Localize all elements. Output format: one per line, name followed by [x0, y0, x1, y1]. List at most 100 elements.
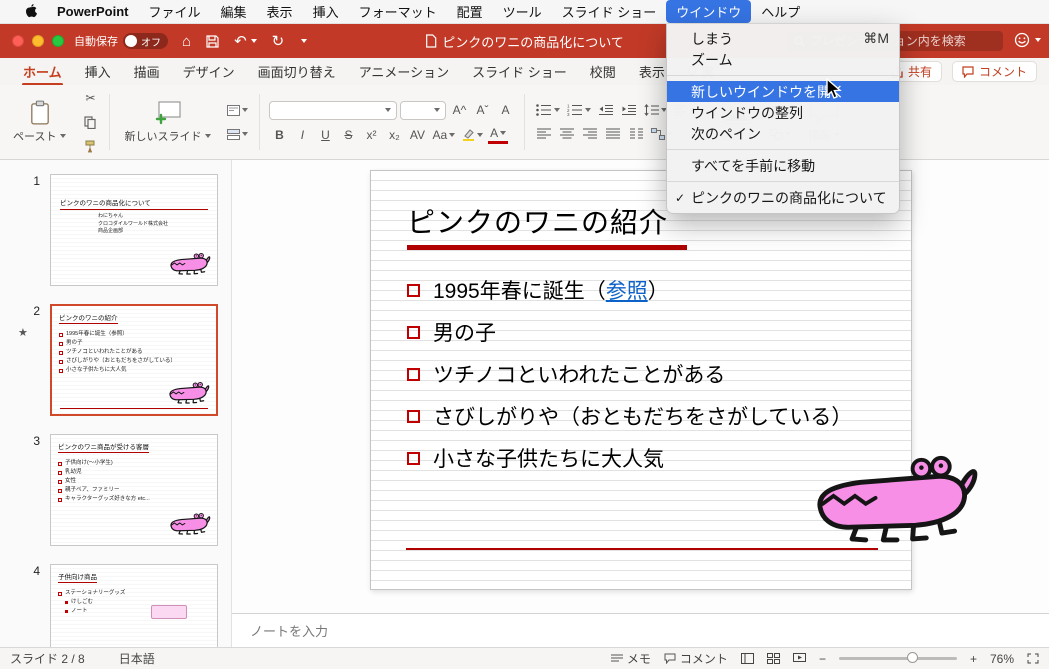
bullet-line[interactable]: 小さな子供たちに大人気 [407, 443, 852, 473]
fit-slide-button[interactable] [1027, 653, 1039, 664]
slide-thumbnail-2-selected[interactable]: ピンクのワニの紹介 1995年春に誕生（参照） 男の子 ツチノコといわれたことが… [50, 304, 218, 416]
menu-item-zoom[interactable]: ズーム [667, 49, 899, 70]
zoom-in-button[interactable]: + [970, 652, 977, 666]
comments-button[interactable]: コメント [951, 61, 1037, 82]
align-center-button[interactable] [557, 125, 577, 143]
menubar-item-powerpoint[interactable]: PowerPoint [47, 2, 139, 21]
menu-item-bring-all-to-front[interactable]: すべてを手前に移動 [667, 155, 899, 176]
pink-crocodile-drawing[interactable] [812, 452, 980, 550]
tab-home[interactable]: ホーム [12, 58, 73, 86]
close-window-button[interactable] [12, 35, 24, 47]
autosave-toggle[interactable]: オフ [123, 33, 168, 49]
hyperlink-sansho[interactable]: 参照 [606, 280, 648, 303]
font-name-combobox[interactable] [269, 100, 398, 120]
character-spacing-button[interactable]: AV [407, 126, 427, 144]
copy-icon [84, 115, 97, 129]
tab-design[interactable]: デザイン [172, 58, 246, 85]
tab-review[interactable]: 校閲 [579, 58, 627, 85]
menubar-item-window[interactable]: ウインドウ [666, 0, 752, 23]
apple-menu[interactable] [14, 4, 47, 19]
menubar-item-slideshow[interactable]: スライド ショー [552, 0, 667, 23]
bullets-button[interactable] [534, 101, 562, 119]
clear-formatting-button[interactable]: A [495, 101, 515, 119]
new-slide-button[interactable]: 新しいスライド [119, 99, 216, 146]
notes-placeholder: ノートを入力 [250, 624, 329, 639]
font-size-combobox[interactable] [400, 100, 447, 120]
menubar-item-file[interactable]: ファイル [139, 0, 211, 23]
redo-button[interactable]: ↻ [272, 32, 285, 50]
home-button[interactable]: ⌂ [182, 33, 191, 50]
toolbar-options-button[interactable] [299, 39, 308, 43]
notes-pane[interactable]: ノートを入力 [232, 613, 1049, 647]
undo-button[interactable]: ↶ [234, 32, 257, 50]
decrease-indent-button[interactable] [596, 101, 616, 119]
paste-button[interactable]: ペースト [8, 98, 71, 146]
columns-button[interactable] [626, 125, 646, 143]
window-menu: しまう ⌘M ズーム 新しいウインドウを開く ウインドウの整列 次のペイン すべて… [666, 24, 900, 214]
bullet-line[interactable]: 1995年春に誕生（参照） [407, 275, 852, 305]
menubar-item-format[interactable]: フォーマット [349, 0, 447, 23]
minimize-window-button[interactable] [32, 35, 44, 47]
slide-thumbnail-4[interactable]: 子供向け商品 ステーショナリーグッズ けしごむ ノート [50, 564, 218, 647]
tab-transitions[interactable]: 画面切り替え [247, 58, 347, 85]
tab-slideshow[interactable]: スライド ショー [461, 58, 578, 85]
menu-item-active-document[interactable]: ✓ ピンクのワニの商品化について [667, 187, 899, 208]
numbering-button[interactable]: 123 [565, 101, 593, 119]
grow-font-button[interactable]: A^ [449, 101, 469, 119]
highlight-button[interactable] [460, 126, 485, 144]
change-case-button[interactable]: Aa [430, 126, 457, 144]
bullet-line[interactable]: 男の子 [407, 317, 852, 347]
menu-item-new-window[interactable]: 新しいウインドウを開く [667, 81, 899, 102]
slide-thumbnail-3[interactable]: ピンクのワニ商品が受ける客層 子供向け(〜小学生) 乳幼児 女性 親子ペア、ファ… [50, 434, 218, 546]
slide-title-textbox[interactable]: ピンクのワニの紹介 [407, 201, 668, 241]
menubar-item-tools[interactable]: ツール [493, 0, 552, 23]
bullet-line[interactable]: さびしがりや（おともだちをさがしている） [407, 401, 852, 431]
feedback-button[interactable] [1014, 32, 1041, 48]
menubar-item-view[interactable]: 表示 [257, 0, 303, 23]
increase-indent-button[interactable] [619, 101, 639, 119]
menubar-item-arrange[interactable]: 配置 [447, 0, 493, 23]
zoom-level[interactable]: 76% [990, 652, 1014, 666]
slide-sorter-view-button[interactable] [766, 653, 780, 664]
menu-item-minimize[interactable]: しまう ⌘M [667, 28, 899, 49]
tab-animations[interactable]: アニメーション [348, 58, 460, 85]
justify-button[interactable] [603, 125, 623, 143]
language-indicator[interactable]: 日本語 [119, 650, 155, 667]
tab-insert[interactable]: 挿入 [74, 58, 122, 85]
underline-button[interactable]: U [315, 126, 335, 144]
copy-button[interactable] [80, 113, 100, 131]
bullet-line[interactable]: ツチノコといわれたことがある [407, 359, 852, 389]
align-right-button[interactable] [580, 125, 600, 143]
format-painter-button[interactable] [80, 137, 100, 155]
layout-button[interactable] [225, 101, 250, 119]
slide-body-textbox[interactable]: 1995年春に誕生（参照） 男の子 ツチノコといわれたことがある さびしがりや（… [407, 275, 852, 473]
menubar-item-help[interactable]: ヘルプ [751, 0, 810, 23]
comments-toggle-button[interactable]: コメント [664, 650, 728, 667]
cut-button[interactable]: ✂ [80, 89, 100, 107]
notes-toggle-button[interactable]: メモ [610, 650, 651, 667]
italic-button[interactable]: I [292, 126, 312, 144]
strikethrough-button[interactable]: S [338, 126, 358, 144]
font-color-button[interactable]: A [488, 126, 509, 144]
save-button[interactable] [206, 34, 219, 48]
align-left-button[interactable] [534, 125, 554, 143]
tab-draw[interactable]: 描画 [123, 58, 171, 85]
bold-button[interactable]: B [269, 126, 289, 144]
zoom-window-button[interactable] [52, 35, 64, 47]
menu-item-next-pane[interactable]: 次のペイン [667, 123, 899, 144]
normal-view-button[interactable] [740, 653, 754, 664]
autosave-control: 自動保存 オフ [74, 33, 168, 49]
slide-thumbnail-panel: 1 ピンクのワニの商品化について わにちゃん クロコダイルワールド株式会社 商品… [0, 160, 232, 647]
superscript-button[interactable]: x² [361, 126, 381, 144]
shrink-font-button[interactable]: Aˇ [472, 101, 492, 119]
menubar-item-edit[interactable]: 編集 [211, 0, 257, 23]
slideshow-view-button[interactable] [792, 653, 806, 664]
menu-item-arrange-windows[interactable]: ウインドウの整列 [667, 102, 899, 123]
zoom-slider-knob[interactable] [907, 652, 919, 663]
zoom-slider[interactable] [838, 652, 957, 663]
section-button[interactable] [225, 125, 250, 143]
subscript-button[interactable]: x₂ [384, 126, 404, 144]
slide-thumbnail-1[interactable]: ピンクのワニの商品化について わにちゃん クロコダイルワールド株式会社 商品企画… [50, 174, 218, 286]
menubar-item-insert[interactable]: 挿入 [303, 0, 349, 23]
zoom-out-button[interactable]: − [819, 652, 826, 666]
